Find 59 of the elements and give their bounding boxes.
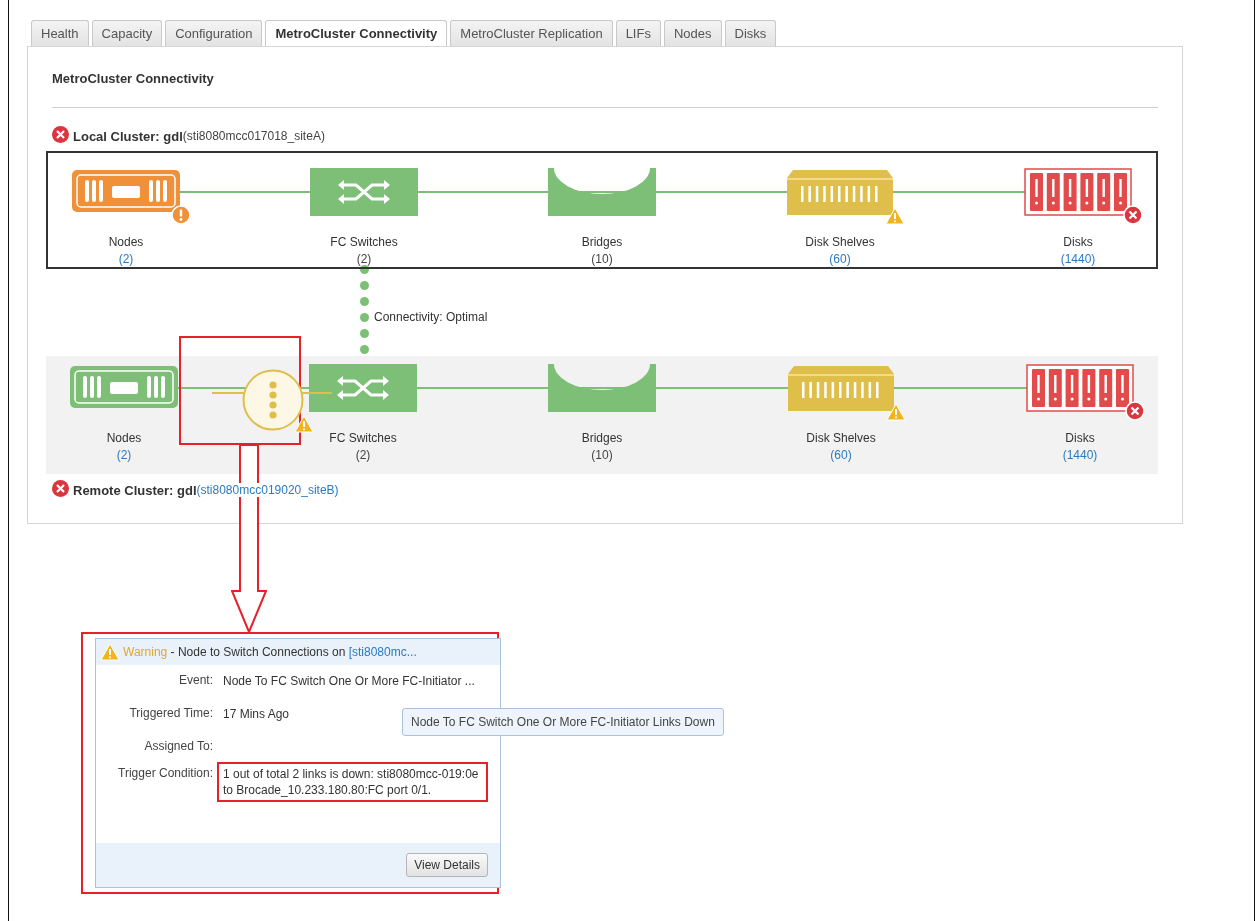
count-text: (2) [356, 252, 372, 266]
error-icon [1123, 205, 1143, 225]
site-name: (sti8080mcc017018_siteA) [182, 129, 325, 143]
tab[interactable]: Health [31, 20, 89, 46]
component-label: Bridges [581, 431, 623, 445]
disk-array-icon [1023, 167, 1133, 217]
component-label: Nodes [106, 431, 142, 445]
tooltip: Node To FC Switch One Or More FC-Initiator Links Down [402, 708, 724, 736]
tab[interactable]: Nodes [663, 20, 722, 46]
field-label: Trigger Condition: [117, 766, 213, 782]
popup-title: Warning - Node to Switch Connections on [sti8080mc... [123, 645, 417, 659]
component-label: Nodes [108, 235, 144, 249]
tab[interactable]: Capacity [91, 20, 163, 46]
tab[interactable]: LIFs [615, 20, 661, 46]
tab[interactable]: MetroCluster Replication [450, 20, 613, 46]
count-link[interactable]: (2) [116, 448, 132, 462]
cluster-name: Remote Cluster: gdl [73, 482, 197, 498]
warning-icon [886, 403, 906, 421]
error-icon [52, 126, 69, 143]
tab[interactable]: MetroCluster Connectivity [265, 20, 448, 46]
error-icon [1125, 401, 1145, 421]
field-value: Node To FC Switch One Or More FC-Initiator ... [222, 673, 476, 690]
site-link[interactable]: (sti8080mcc019020_siteB) [196, 483, 339, 497]
count-link[interactable]: (60) [829, 252, 851, 266]
disk-shelf-icon [785, 167, 895, 217]
field-value: 17 Mins Ago [222, 706, 291, 723]
field-label: Event: [177, 673, 213, 689]
count-link[interactable]: (60) [830, 448, 852, 462]
component-label: Disk Shelves [805, 235, 875, 249]
port-link-icon[interactable] [242, 369, 304, 431]
component-label: Disk Shelves [806, 431, 876, 445]
disk-array-icon [1025, 363, 1135, 413]
connectivity-status: Connectivity: Optimal [374, 309, 488, 324]
component-label: Bridges [581, 235, 623, 249]
disk-shelf-icon [786, 363, 896, 413]
warning-icon [885, 207, 905, 225]
alert-icon [171, 205, 191, 225]
count-text: (2) [355, 448, 371, 462]
field-label: Assigned To: [143, 739, 213, 753]
component-label: FC Switches [330, 235, 398, 249]
error-icon [52, 480, 69, 497]
component-label: Disks [1063, 235, 1093, 249]
cluster-name: Local Cluster: gdl [73, 128, 183, 144]
panel-title: MetroCluster Connectivity [52, 71, 215, 86]
component-label: Disks [1065, 431, 1095, 445]
tab[interactable]: Configuration [165, 20, 263, 46]
component-label: FC Switches [329, 431, 397, 445]
tab[interactable]: Disks [724, 20, 777, 46]
count-link[interactable]: (2) [118, 252, 134, 266]
view-details-button[interactable]: View Details [406, 853, 488, 877]
field-value: 1 out of total 2 links is down: sti8080mcc-019:0e to Brocade_10.233.180.80:FC port 0/1. [217, 762, 488, 802]
count-link[interactable]: (1440) [1062, 448, 1098, 462]
warning-icon [294, 415, 314, 433]
count-link[interactable]: (1440) [1060, 252, 1096, 266]
warning-icon [100, 643, 120, 661]
field-label: Triggered Time: [128, 706, 213, 722]
server-node-icon [71, 167, 181, 215]
count-text: (10) [591, 252, 613, 266]
count-text: (10) [591, 448, 613, 462]
